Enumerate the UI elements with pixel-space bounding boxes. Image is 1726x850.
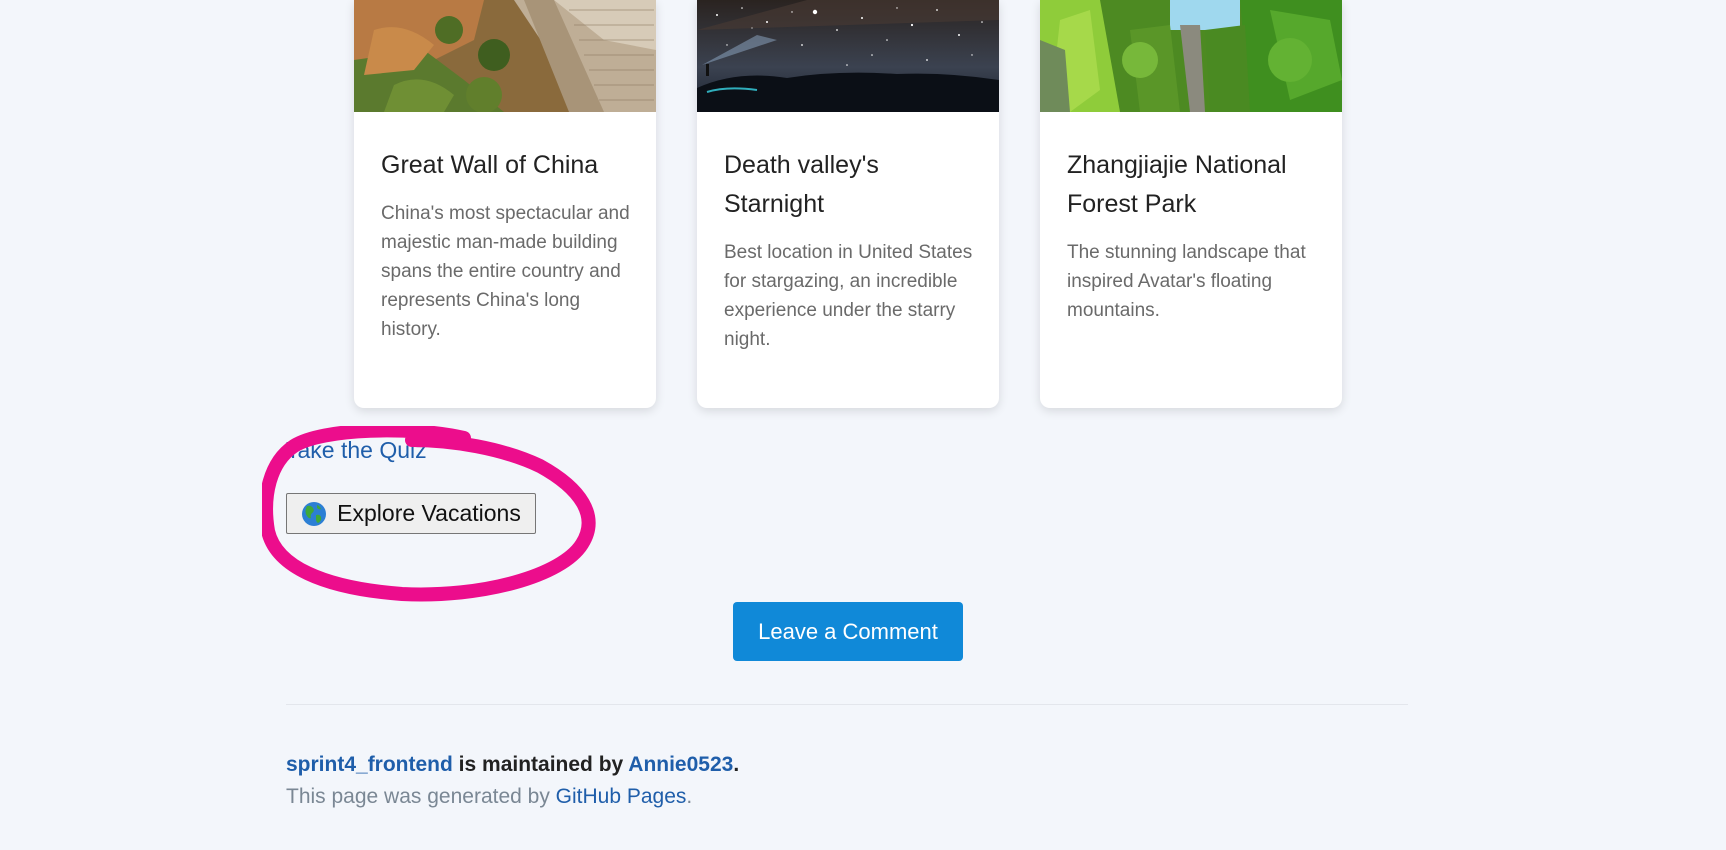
footer-maintained-line: sprint4_frontend is maintained by Annie0… (286, 752, 739, 778)
period-text: . (733, 753, 740, 776)
github-pages-link[interactable]: GitHub Pages (556, 785, 687, 808)
card-title: Great Wall of China (381, 151, 599, 179)
page: Great Wall of China China's most spectac… (0, 0, 1726, 850)
maintainer-link[interactable]: Annie0523 (628, 753, 733, 776)
footer-divider (286, 704, 1408, 705)
explore-vacations-label: Explore Vacations (337, 500, 521, 526)
card-death-valley: Death valley's Starnight Best location i… (697, 0, 999, 408)
leave-comment-button[interactable]: Leave a Comment (733, 602, 963, 661)
maintained-text: is maintained by (452, 753, 629, 776)
repo-link[interactable]: sprint4_frontend (286, 753, 453, 776)
death-valley-image (697, 0, 999, 112)
zhangjiajie-image (1040, 0, 1342, 112)
card-body: Death valley's Starnight Best location i… (724, 146, 977, 354)
card-zhangjiajie: Zhangjiajie National Forest Park The stu… (1040, 0, 1342, 408)
period-text-2: . (686, 785, 693, 808)
destination-cards: Great Wall of China China's most spectac… (354, 0, 1342, 408)
card-title: Zhangjiajie National Forest Park (1067, 151, 1287, 218)
card-body: Great Wall of China China's most spectac… (381, 146, 634, 344)
card-description: Best location in United States for starg… (724, 242, 973, 350)
card-description: China's most spectacular and majestic ma… (381, 203, 630, 340)
globe-icon (301, 501, 327, 527)
card-great-wall: Great Wall of China China's most spectac… (354, 0, 656, 408)
generated-text: This page was generated by (286, 785, 556, 808)
take-quiz-link[interactable]: Take the Quiz (286, 435, 427, 465)
card-description: The stunning landscape that inspired Ava… (1067, 242, 1306, 321)
explore-vacations-button[interactable]: Explore Vacations (286, 493, 536, 534)
card-body: Zhangjiajie National Forest Park The stu… (1067, 146, 1320, 325)
great-wall-image (354, 0, 656, 112)
footer-generated-line: This page was generated by GitHub Pages. (286, 784, 692, 810)
card-title: Death valley's Starnight (724, 151, 879, 218)
